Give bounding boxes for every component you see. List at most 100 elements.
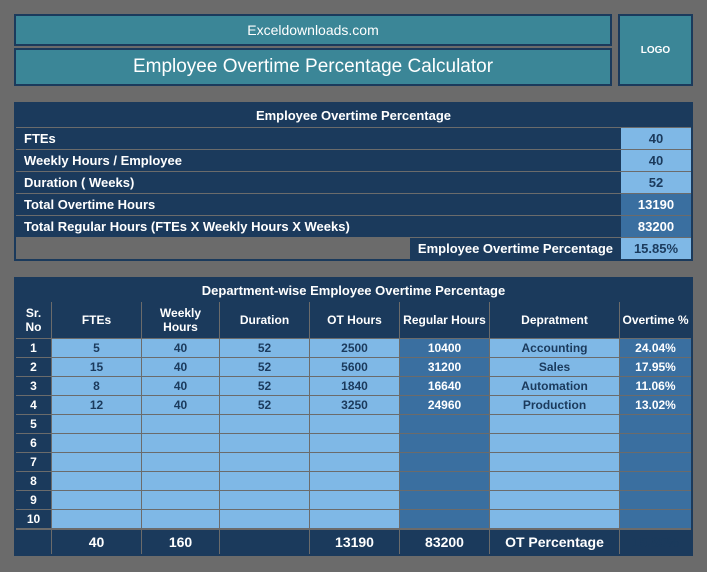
th-ot-hours: OT Hours xyxy=(310,302,400,338)
summary-pct-value: 15.85% xyxy=(621,238,691,259)
table-cell-ot[interactable]: 5600 xyxy=(310,358,400,376)
table-cell-ot[interactable] xyxy=(310,491,400,509)
summary-row-value[interactable]: 52 xyxy=(621,172,691,193)
table-cell-ftes[interactable]: 15 xyxy=(52,358,142,376)
summary-row-value[interactable]: 83200 xyxy=(621,216,691,237)
table-cell-ot[interactable] xyxy=(310,453,400,471)
summary-row-value[interactable]: 13190 xyxy=(621,194,691,215)
table-cell-ot[interactable]: 2500 xyxy=(310,339,400,357)
table-cell-dur[interactable]: 52 xyxy=(220,396,310,414)
table-cell-wh[interactable] xyxy=(142,415,220,433)
table-cell-reg xyxy=(400,491,490,509)
table-cell-wh[interactable] xyxy=(142,472,220,490)
table-cell-dept[interactable] xyxy=(490,472,620,490)
summary-row: Weekly Hours / Employee40 xyxy=(16,149,691,171)
table-cell-wh[interactable] xyxy=(142,491,220,509)
table-cell-dur[interactable]: 52 xyxy=(220,339,310,357)
table-cell-dur[interactable] xyxy=(220,491,310,509)
table-cell-pct xyxy=(620,415,691,433)
table-cell-dept[interactable]: Automation xyxy=(490,377,620,395)
table-cell-sr: 10 xyxy=(16,510,52,528)
ft-sr xyxy=(16,530,52,554)
table-cell-reg xyxy=(400,453,490,471)
table-cell-ftes[interactable] xyxy=(52,510,142,528)
table-cell-ftes[interactable]: 12 xyxy=(52,396,142,414)
table-cell-ftes[interactable] xyxy=(52,415,142,433)
summary-row-value[interactable]: 40 xyxy=(621,128,691,149)
table-cell-ftes[interactable]: 8 xyxy=(52,377,142,395)
summary-row-label: Total Regular Hours (FTEs X Weekly Hours… xyxy=(16,216,621,237)
ft-ot-label: OT Percentage xyxy=(490,530,620,554)
table-cell-ot[interactable] xyxy=(310,434,400,452)
table-cell-dept[interactable]: Accounting xyxy=(490,339,620,357)
table-cell-dur[interactable] xyxy=(220,472,310,490)
table-cell-ftes[interactable] xyxy=(52,472,142,490)
table-cell-dept[interactable]: Production xyxy=(490,396,620,414)
th-ftes: FTEs xyxy=(52,302,142,338)
summary-row: Total Regular Hours (FTEs X Weekly Hours… xyxy=(16,215,691,237)
table-cell-ftes[interactable] xyxy=(52,491,142,509)
table-cell-dept[interactable]: Sales xyxy=(490,358,620,376)
th-weekly-hours: Weekly Hours xyxy=(142,302,220,338)
table-cell-ot[interactable]: 1840 xyxy=(310,377,400,395)
table-cell-reg: 31200 xyxy=(400,358,490,376)
page-title: Employee Overtime Percentage Calculator xyxy=(14,48,612,86)
ft-regular-hours: 83200 xyxy=(400,530,490,554)
table-cell-reg: 16640 xyxy=(400,377,490,395)
summary-row-label: Weekly Hours / Employee xyxy=(16,150,621,171)
site-name: Exceldownloads.com xyxy=(14,14,612,46)
table-cell-ftes[interactable] xyxy=(52,434,142,452)
table-cell-pct xyxy=(620,453,691,471)
table-row: 8 xyxy=(16,471,691,490)
table-cell-sr: 4 xyxy=(16,396,52,414)
table-cell-dur[interactable]: 52 xyxy=(220,358,310,376)
table-cell-wh[interactable]: 40 xyxy=(142,396,220,414)
th-overtime-pct: Overtime % xyxy=(620,302,691,338)
table-cell-sr: 6 xyxy=(16,434,52,452)
table-cell-ot[interactable] xyxy=(310,472,400,490)
table-cell-dur[interactable]: 52 xyxy=(220,377,310,395)
table-row: 384052184016640Automation11.06% xyxy=(16,376,691,395)
table-cell-reg xyxy=(400,510,490,528)
ft-ftes: 40 xyxy=(52,530,142,554)
table-cell-sr: 9 xyxy=(16,491,52,509)
th-department: Depratment xyxy=(490,302,620,338)
table-cell-ot[interactable]: 3250 xyxy=(310,396,400,414)
table-cell-sr: 7 xyxy=(16,453,52,471)
table-cell-sr: 2 xyxy=(16,358,52,376)
summary-row-value[interactable]: 40 xyxy=(621,150,691,171)
table-cell-wh[interactable]: 40 xyxy=(142,358,220,376)
table-cell-dept[interactable] xyxy=(490,510,620,528)
table-cell-wh[interactable]: 40 xyxy=(142,339,220,357)
table-cell-dur[interactable] xyxy=(220,510,310,528)
table-cell-dept[interactable] xyxy=(490,415,620,433)
table-cell-wh[interactable] xyxy=(142,453,220,471)
summary-header: Employee Overtime Percentage xyxy=(16,104,691,127)
table-cell-dur[interactable] xyxy=(220,453,310,471)
table-cell-dur[interactable] xyxy=(220,415,310,433)
table-row: 7 xyxy=(16,452,691,471)
table-cell-dept[interactable] xyxy=(490,434,620,452)
ft-duration xyxy=(220,530,310,554)
summary-row: Duration ( Weeks)52 xyxy=(16,171,691,193)
table-cell-dur[interactable] xyxy=(220,434,310,452)
header-left: Exceldownloads.com Employee Overtime Per… xyxy=(14,14,612,86)
table-row: 2154052560031200Sales17.95% xyxy=(16,357,691,376)
th-regular-hours: Regular Hours xyxy=(400,302,490,338)
table-cell-ftes[interactable] xyxy=(52,453,142,471)
table-cell-ftes[interactable]: 5 xyxy=(52,339,142,357)
summary-pct-label: Employee Overtime Percentage xyxy=(410,238,621,259)
table-row: 154052250010400Accounting24.04% xyxy=(16,338,691,357)
table-row: 5 xyxy=(16,414,691,433)
table-cell-reg: 10400 xyxy=(400,339,490,357)
table-cell-ot[interactable] xyxy=(310,510,400,528)
table-cell-wh[interactable]: 40 xyxy=(142,377,220,395)
table-cell-dept[interactable] xyxy=(490,453,620,471)
table-cell-wh[interactable] xyxy=(142,510,220,528)
table-cell-ot[interactable] xyxy=(310,415,400,433)
table-cell-wh[interactable] xyxy=(142,434,220,452)
table-cell-pct xyxy=(620,472,691,490)
summary-pct-row: Employee Overtime Percentage 15.85% xyxy=(16,237,691,259)
table-cell-dept[interactable] xyxy=(490,491,620,509)
summary-row-label: Duration ( Weeks) xyxy=(16,172,621,193)
